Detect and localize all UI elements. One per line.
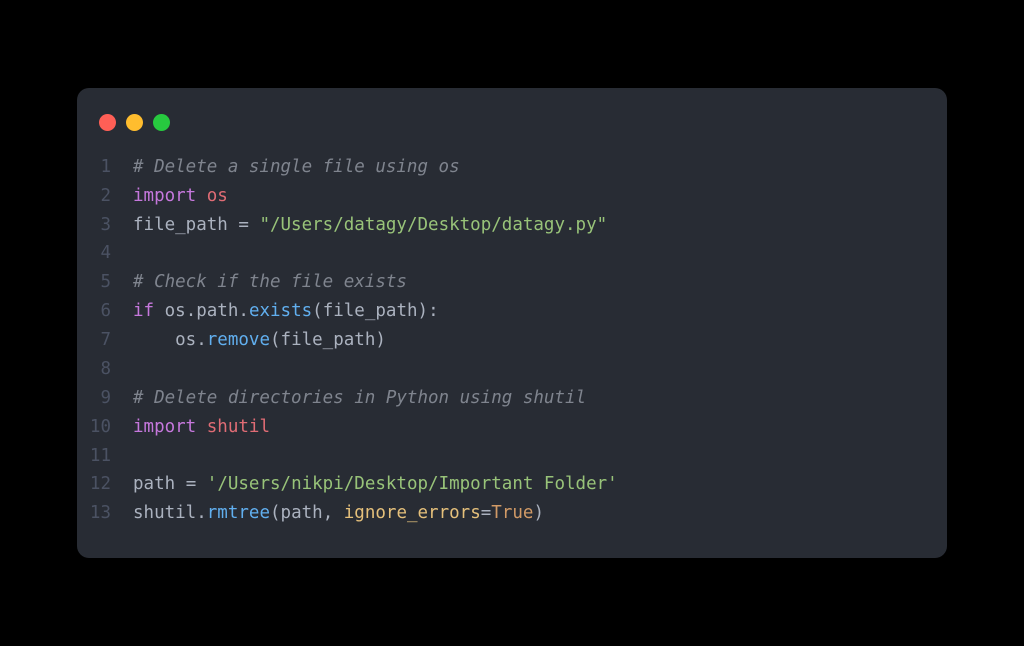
code-token: # Check if the file exists bbox=[133, 272, 407, 292]
code-token: file_path bbox=[323, 301, 418, 321]
code-token: , bbox=[323, 503, 344, 523]
code-token: exists bbox=[249, 301, 312, 321]
code-token bbox=[196, 417, 207, 437]
code-token: path bbox=[133, 474, 186, 494]
code-token: . bbox=[186, 301, 197, 321]
line-number: 5 bbox=[77, 268, 133, 297]
code-content: os.remove(file_path) bbox=[133, 326, 386, 355]
code-token: . bbox=[238, 301, 249, 321]
code-content: file_path = "/Users/datagy/Desktop/datag… bbox=[133, 211, 607, 240]
line-number: 4 bbox=[77, 239, 133, 268]
code-token: ( bbox=[270, 330, 281, 350]
line-number: 2 bbox=[77, 182, 133, 211]
code-token: # Delete a single file using os bbox=[133, 157, 460, 177]
code-token: = bbox=[186, 474, 197, 494]
code-line: 12path = '/Users/nikpi/Desktop/Important… bbox=[77, 470, 947, 499]
code-content: # Delete a single file using os bbox=[133, 153, 460, 182]
code-line: 13shutil.rmtree(path, ignore_errors=True… bbox=[77, 499, 947, 528]
line-number: 7 bbox=[77, 326, 133, 355]
code-line: 2import os bbox=[77, 182, 947, 211]
code-content: if os.path.exists(file_path): bbox=[133, 297, 439, 326]
code-line: 6if os.path.exists(file_path): bbox=[77, 297, 947, 326]
code-token: ): bbox=[418, 301, 439, 321]
line-number: 6 bbox=[77, 297, 133, 326]
code-token: shutil bbox=[133, 503, 196, 523]
code-token: if bbox=[133, 301, 154, 321]
code-line: 7 os.remove(file_path) bbox=[77, 326, 947, 355]
minimize-icon[interactable] bbox=[126, 114, 143, 131]
code-token: import bbox=[133, 417, 196, 437]
code-token bbox=[196, 186, 207, 206]
line-number: 13 bbox=[77, 499, 133, 528]
code-line: 11 bbox=[77, 442, 947, 471]
code-token: remove bbox=[207, 330, 270, 350]
code-content: import os bbox=[133, 182, 228, 211]
code-content: path = '/Users/nikpi/Desktop/Important F… bbox=[133, 470, 618, 499]
code-token: '/Users/nikpi/Desktop/Important Folder' bbox=[207, 474, 618, 494]
code-token bbox=[196, 474, 207, 494]
code-token: = bbox=[481, 503, 492, 523]
code-line: 1# Delete a single file using os bbox=[77, 153, 947, 182]
code-token: import bbox=[133, 186, 196, 206]
code-token: ) bbox=[375, 330, 386, 350]
maximize-icon[interactable] bbox=[153, 114, 170, 131]
code-token: True bbox=[491, 503, 533, 523]
code-line: 10import shutil bbox=[77, 413, 947, 442]
code-line: 8 bbox=[77, 355, 947, 384]
code-token: . bbox=[196, 330, 207, 350]
line-number: 12 bbox=[77, 470, 133, 499]
line-number: 9 bbox=[77, 384, 133, 413]
code-content bbox=[133, 355, 144, 384]
code-token: os bbox=[207, 186, 228, 206]
line-number: 1 bbox=[77, 153, 133, 182]
line-number: 8 bbox=[77, 355, 133, 384]
code-token: ignore_errors bbox=[344, 503, 481, 523]
code-content: # Check if the file exists bbox=[133, 268, 407, 297]
code-token bbox=[249, 215, 260, 235]
code-window: 1# Delete a single file using os2import … bbox=[77, 88, 947, 558]
code-token: ( bbox=[312, 301, 323, 321]
code-token: path bbox=[281, 503, 323, 523]
code-token: ( bbox=[270, 503, 281, 523]
code-token: file_path bbox=[281, 330, 376, 350]
code-content: import shutil bbox=[133, 413, 270, 442]
code-area[interactable]: 1# Delete a single file using os2import … bbox=[77, 153, 947, 528]
code-token: "/Users/datagy/Desktop/datagy.py" bbox=[259, 215, 607, 235]
close-icon[interactable] bbox=[99, 114, 116, 131]
code-token: os bbox=[133, 330, 196, 350]
window-titlebar bbox=[77, 108, 947, 153]
code-line: 3file_path = "/Users/datagy/Desktop/data… bbox=[77, 211, 947, 240]
code-content: shutil.rmtree(path, ignore_errors=True) bbox=[133, 499, 544, 528]
code-token: file_path bbox=[133, 215, 238, 235]
line-number: 3 bbox=[77, 211, 133, 240]
line-number: 11 bbox=[77, 442, 133, 471]
code-line: 5# Check if the file exists bbox=[77, 268, 947, 297]
code-token: rmtree bbox=[207, 503, 270, 523]
code-token: path bbox=[196, 301, 238, 321]
code-token: # Delete directories in Python using shu… bbox=[133, 388, 586, 408]
code-content: # Delete directories in Python using shu… bbox=[133, 384, 586, 413]
code-token: os bbox=[154, 301, 186, 321]
code-content bbox=[133, 239, 144, 268]
code-content bbox=[133, 442, 144, 471]
code-token: = bbox=[238, 215, 249, 235]
code-token: ) bbox=[533, 503, 544, 523]
code-token: . bbox=[196, 503, 207, 523]
line-number: 10 bbox=[77, 413, 133, 442]
code-line: 4 bbox=[77, 239, 947, 268]
code-token: shutil bbox=[207, 417, 270, 437]
code-line: 9# Delete directories in Python using sh… bbox=[77, 384, 947, 413]
